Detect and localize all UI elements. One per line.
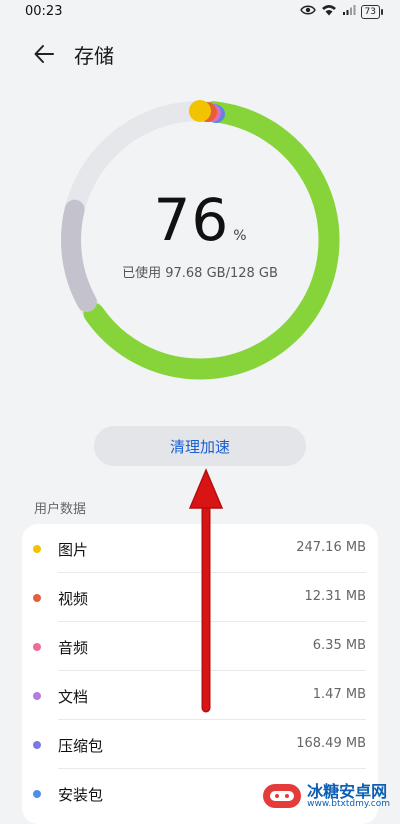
header: 存储 (0, 32, 400, 76)
item-name: 图片 (58, 541, 89, 559)
watermark-url: www.btxtdmy.com (307, 799, 390, 810)
watermark: 冰糖安卓网 www.btxtdmy.com (263, 781, 390, 810)
item-size: 12.31 MB (304, 589, 366, 604)
item-name: 音频 (58, 639, 89, 657)
page-title: 存储 (74, 44, 114, 68)
item-name: 压缩包 (58, 737, 104, 755)
battery-icon: 73 (360, 4, 384, 19)
eye-icon (299, 4, 316, 19)
item-size: 6.35 MB (312, 638, 366, 653)
item-size: 247.16 MB (296, 540, 366, 555)
item-name: 安装包 (58, 786, 104, 804)
archives-color-dot (33, 741, 41, 749)
back-arrow-icon (34, 45, 54, 63)
section-title-user-data: 用户数据 (34, 502, 87, 517)
status-time: 00:23 (25, 4, 63, 19)
wifi-icon (321, 4, 337, 19)
clean-accelerate-button[interactable]: 清理加速 (94, 426, 306, 466)
usage-percent-sign: % (233, 228, 247, 244)
list-item-archives[interactable]: 压缩包 168.49 MB (22, 720, 378, 769)
item-size: 1.47 MB (312, 687, 366, 702)
list-item-audio[interactable]: 音频 6.35 MB (22, 622, 378, 671)
videos-color-dot (33, 594, 41, 602)
usage-percent-value: 76 (153, 186, 230, 254)
usage-percent: 76% (60, 186, 340, 254)
status-bar: 00:23 73 (0, 0, 400, 26)
ring-dot-images (189, 100, 211, 122)
list-item-documents[interactable]: 文档 1.47 MB (22, 671, 378, 720)
item-name: 视频 (58, 590, 89, 608)
gamepad-logo-icon (263, 784, 302, 809)
signal-icon (342, 4, 356, 19)
install-packages-color-dot (33, 790, 41, 798)
storage-ring: 76% 已使用 97.68 GB/128 GB (60, 100, 340, 380)
item-name: 文档 (58, 688, 89, 706)
user-data-list: 图片 247.16 MB 视频 12.31 MB 音频 6.35 MB 文档 1… (22, 524, 378, 824)
documents-color-dot (33, 692, 41, 700)
images-color-dot (33, 545, 41, 553)
list-item-images[interactable]: 图片 247.16 MB (22, 524, 378, 573)
watermark-brand: 冰糖安卓网 (307, 781, 388, 801)
list-item-videos[interactable]: 视频 12.31 MB (22, 573, 378, 622)
audio-color-dot (33, 643, 41, 651)
status-icons: 73 (299, 4, 384, 19)
usage-text: 已使用 97.68 GB/128 GB (122, 266, 278, 281)
back-button[interactable] (30, 40, 58, 68)
item-size: 168.49 MB (296, 736, 366, 751)
